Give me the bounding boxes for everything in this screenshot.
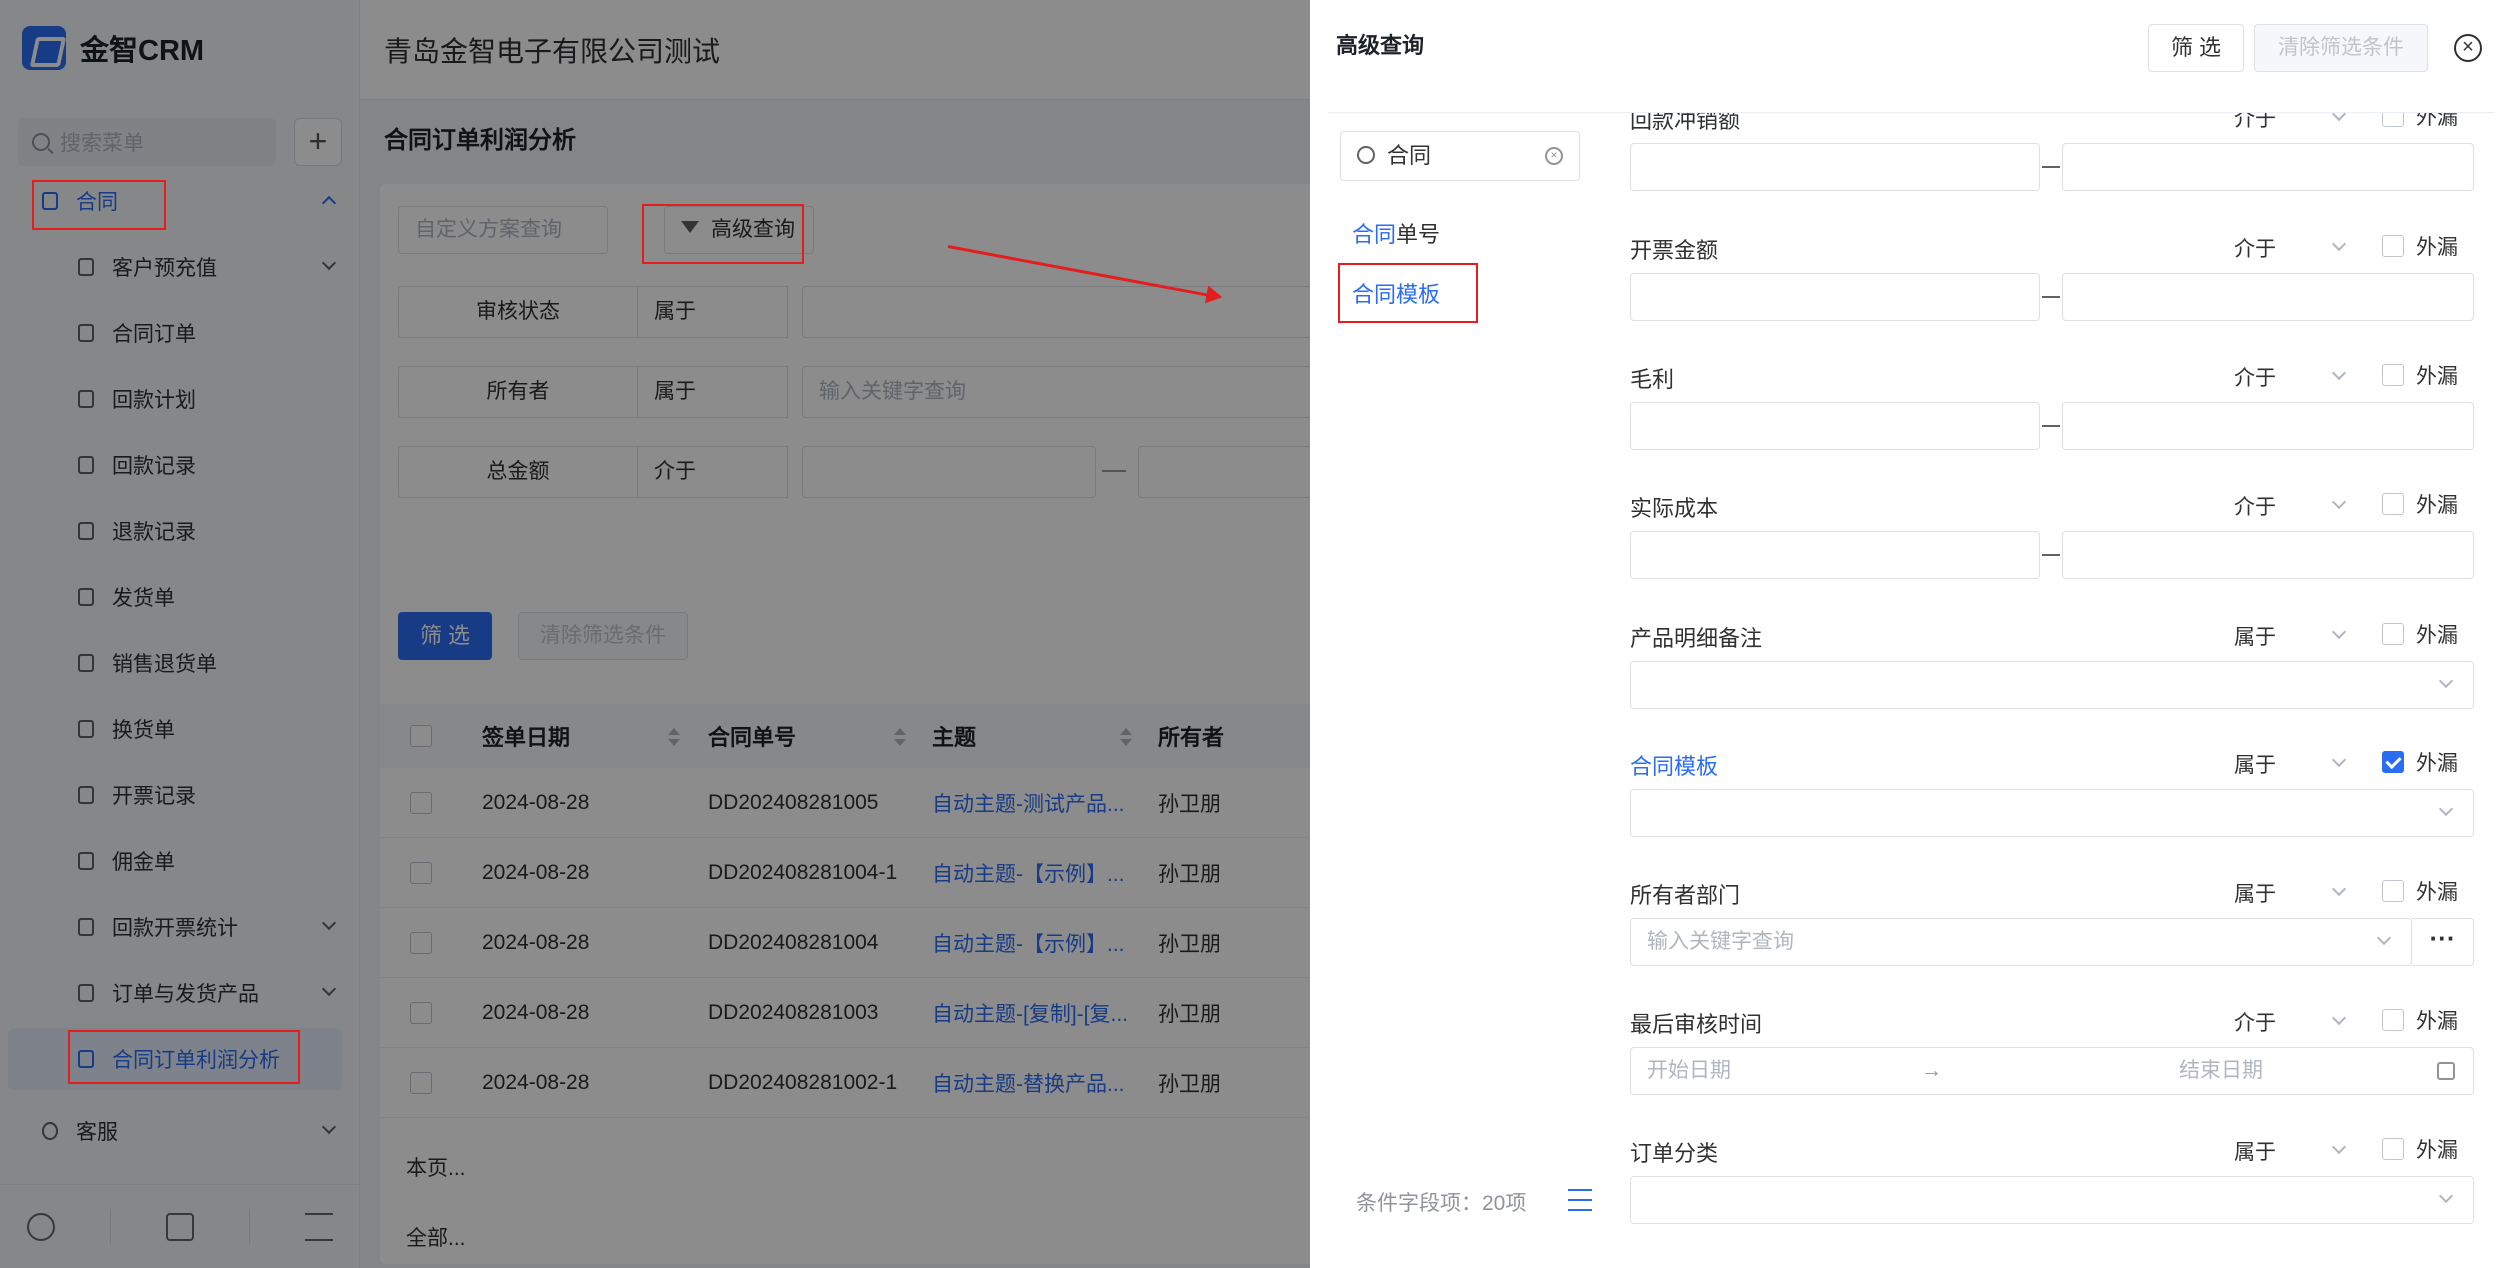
show-checkbox[interactable] — [2382, 364, 2404, 386]
show-checkbox[interactable] — [2382, 1138, 2404, 1160]
advanced-query-drawer: 高级查询 筛 选 清除筛选条件 × 合同 × 合同单号 合同模板 条件字段项：2… — [1310, 0, 2512, 1268]
show-checkbox-label: 外漏 — [2416, 881, 2458, 904]
chevron-down-icon — [2331, 752, 2347, 768]
chevron-down-icon — [2331, 236, 2347, 252]
field-label: 产品明细备注 — [1630, 626, 1763, 651]
field-operator-select[interactable]: 介于 — [2234, 113, 2276, 133]
show-checkbox-label: 外漏 — [2416, 752, 2458, 775]
field-rest-text: 单号 — [1396, 222, 1441, 247]
annotation-box — [1338, 263, 1478, 323]
annotation-box — [32, 180, 166, 230]
show-checkbox-label: 外漏 — [2416, 494, 2458, 517]
show-checkbox[interactable] — [2382, 623, 2404, 645]
range-min-input[interactable] — [1630, 531, 2040, 579]
field-label: 所有者部门 — [1630, 883, 1741, 908]
search-icon — [1357, 146, 1375, 164]
drawer-filter-button[interactable]: 筛 选 — [2148, 24, 2244, 72]
show-checkbox-label: 外漏 — [2416, 1139, 2458, 1162]
chevron-down-icon — [2438, 1188, 2454, 1204]
chevron-down-icon — [2331, 494, 2347, 510]
show-checkbox[interactable] — [2382, 235, 2404, 257]
more-options-button[interactable]: ··· — [2412, 918, 2474, 966]
range-max-input[interactable] — [2062, 273, 2474, 321]
chevron-down-icon — [2331, 881, 2347, 897]
field-operator-select[interactable]: 属于 — [2234, 621, 2276, 651]
calendar-icon — [2437, 1062, 2455, 1080]
value-select[interactable] — [1630, 1176, 2474, 1224]
condition-count: 条件字段项：20项 — [1356, 1192, 1527, 1215]
field-match-text: 合同 — [1352, 222, 1397, 247]
chevron-down-icon — [2331, 365, 2347, 381]
clear-icon[interactable]: × — [1545, 147, 1563, 165]
range-min-input[interactable] — [1630, 273, 2040, 321]
drawer-body: 合同 × 合同单号 合同模板 条件字段项：20项 回款冲销额 介于 外漏 开票金… — [1328, 112, 2494, 1258]
range-dash — [2042, 425, 2060, 427]
field-search-value: 合同 — [1387, 143, 1432, 168]
drawer-clear-button[interactable]: 清除筛选条件 — [2254, 24, 2428, 72]
show-checkbox-label: 外漏 — [2416, 236, 2458, 259]
field-label: 最后审核时间 — [1630, 1012, 1763, 1037]
close-icon[interactable]: × — [2454, 34, 2482, 62]
field-operator-select[interactable]: 介于 — [2234, 362, 2276, 392]
settings-sliders-icon[interactable] — [1568, 1189, 1592, 1211]
condition-fields: 回款冲销额 介于 外漏 开票金额 介于 外漏 毛利 介于 外漏 实际成本 介于 … — [1628, 113, 2494, 1259]
show-checkbox[interactable] — [2382, 113, 2404, 127]
range-max-input[interactable] — [2062, 143, 2474, 191]
field-label: 订单分类 — [1630, 1141, 1719, 1166]
field-label: 开票金额 — [1630, 238, 1719, 263]
show-checkbox-label: 外漏 — [2416, 624, 2458, 647]
drawer-title: 高级查询 — [1336, 33, 1425, 58]
chevron-down-icon — [2438, 673, 2454, 689]
chevron-down-icon — [2331, 1010, 2347, 1026]
field-operator-select[interactable]: 介于 — [2234, 491, 2276, 521]
field-operator-select[interactable]: 介于 — [2234, 233, 2276, 263]
start-date-placeholder: 开始日期 — [1647, 1059, 1731, 1082]
range-min-input[interactable] — [1630, 402, 2040, 450]
field-search-input[interactable]: 合同 × — [1340, 131, 1580, 181]
date-range-picker[interactable]: 开始日期 → 结束日期 — [1630, 1047, 2474, 1095]
field-label: 实际成本 — [1630, 496, 1719, 521]
value-select[interactable] — [1630, 789, 2474, 837]
chevron-down-icon — [2331, 113, 2347, 122]
show-checkbox-label: 外漏 — [2416, 365, 2458, 388]
end-date-placeholder: 结束日期 — [2179, 1059, 2263, 1082]
field-label: 合同模板 — [1630, 754, 1719, 779]
chevron-down-icon — [2376, 930, 2392, 946]
keyword-select-input[interactable]: 输入关键字查询 — [1630, 918, 2412, 966]
field-operator-select[interactable]: 介于 — [2234, 1007, 2276, 1037]
show-checkbox-label: 外漏 — [2416, 113, 2458, 129]
keyword-placeholder: 输入关键字查询 — [1647, 930, 1794, 953]
field-operator-select[interactable]: 属于 — [2234, 749, 2276, 779]
range-dash — [2042, 554, 2060, 556]
show-checkbox[interactable] — [2382, 493, 2404, 515]
annotation-box — [68, 1030, 300, 1084]
show-checkbox[interactable] — [2382, 880, 2404, 902]
field-label: 回款冲销额 — [1630, 113, 1741, 133]
field-operator-select[interactable]: 属于 — [2234, 878, 2276, 908]
chevron-down-icon — [2438, 801, 2454, 817]
show-checkbox[interactable] — [2382, 1009, 2404, 1031]
range-dash — [2042, 166, 2060, 168]
value-select[interactable] — [1630, 661, 2474, 709]
range-max-input[interactable] — [2062, 531, 2474, 579]
field-operator-select[interactable]: 属于 — [2234, 1136, 2276, 1166]
range-dash — [2042, 296, 2060, 298]
show-checkbox-label: 外漏 — [2416, 1010, 2458, 1033]
range-min-input[interactable] — [1630, 143, 2040, 191]
field-label: 毛利 — [1630, 367, 1675, 392]
field-list-item[interactable]: 合同单号 — [1352, 217, 1440, 249]
annotation-box — [642, 204, 804, 264]
show-checkbox[interactable] — [2382, 751, 2404, 773]
range-max-input[interactable] — [2062, 402, 2474, 450]
arrow-right-icon: → — [1921, 1059, 1942, 1082]
chevron-down-icon — [2331, 624, 2347, 640]
chevron-down-icon — [2331, 1139, 2347, 1155]
